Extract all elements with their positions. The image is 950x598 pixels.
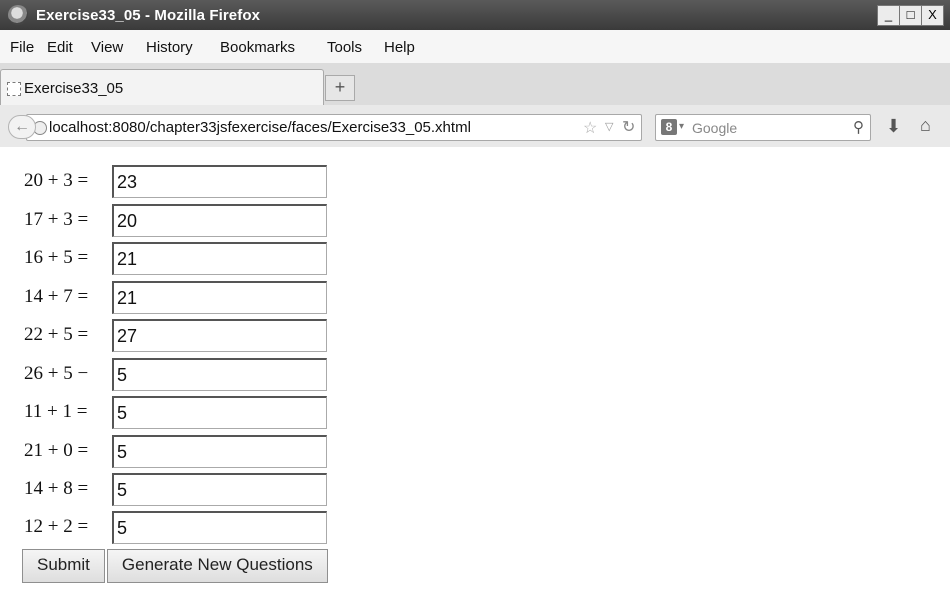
search-icon[interactable]: ⚲ — [853, 118, 864, 136]
answer-input[interactable]: 23 — [112, 165, 327, 198]
reload-icon[interactable]: ↻ — [622, 117, 635, 137]
question-label: 11 + 1 = — [24, 401, 88, 422]
window-controls: _ □ X — [877, 5, 944, 26]
question-label: 26 + 5 − — [24, 363, 89, 384]
question-label: 22 + 5 = — [24, 324, 89, 345]
question-label: 14 + 8 = — [24, 478, 89, 499]
answer-input[interactable]: 5 — [112, 396, 327, 429]
download-icon[interactable]: ⬇ — [886, 116, 901, 137]
answer-input[interactable]: 21 — [112, 242, 327, 275]
answer-input[interactable]: 20 — [112, 204, 327, 237]
search-engine-icon[interactable]: 8 — [661, 119, 677, 135]
maximize-button[interactable]: □ — [899, 5, 922, 26]
menu-bookmarks[interactable]: Bookmarks — [220, 39, 295, 56]
answer-input[interactable]: 5 — [112, 358, 327, 391]
menu-edit[interactable]: Edit — [47, 39, 73, 56]
question-label: 20 + 3 = — [24, 170, 89, 191]
new-tab-button[interactable]: + — [325, 75, 355, 101]
bookmark-star-icon[interactable]: ☆ — [583, 118, 597, 138]
answer-input[interactable]: 5 — [112, 435, 327, 468]
answer-input[interactable]: 21 — [112, 281, 327, 314]
chevron-down-icon[interactable]: ▽ — [605, 120, 613, 133]
tab-label: Exercise33_05 — [24, 80, 124, 97]
answer-input[interactable]: 27 — [112, 319, 327, 352]
url-text[interactable]: localhost:8080/chapter33jsfexercise/face… — [49, 119, 471, 136]
tab-exercise[interactable]: Exercise33_05 — [0, 69, 324, 106]
search-input[interactable]: 8 ▾ Google ⚲ — [655, 114, 871, 141]
engine-dropdown-icon[interactable]: ▾ — [679, 121, 684, 132]
title-bar: Exercise33_05 - Mozilla Firefox _ □ X — [0, 0, 950, 30]
menu-bar: File Edit View History Bookmarks Tools H… — [0, 30, 950, 63]
question-label: 17 + 3 = — [24, 209, 89, 230]
menu-help[interactable]: Help — [384, 39, 415, 56]
tab-strip: Exercise33_05 + — [0, 63, 950, 106]
back-arrow-icon[interactable]: ← — [8, 115, 36, 139]
menu-view[interactable]: View — [91, 39, 123, 56]
firefox-icon — [8, 5, 28, 25]
question-label: 16 + 5 = — [24, 247, 89, 268]
generate-new-questions-button[interactable]: Generate New Questions — [106, 549, 328, 583]
submit-button[interactable]: Submit — [22, 549, 105, 583]
answer-input[interactable]: 5 — [112, 473, 327, 506]
question-label: 14 + 7 = — [24, 286, 89, 307]
menu-file[interactable]: File — [10, 39, 34, 56]
url-bar[interactable]: localhost:8080/chapter33jsfexercise/face… — [26, 114, 642, 141]
menu-history[interactable]: History — [146, 39, 193, 56]
menu-tools[interactable]: Tools — [327, 39, 362, 56]
page-icon — [7, 82, 21, 96]
navigation-bar: localhost:8080/chapter33jsfexercise/face… — [0, 105, 950, 148]
question-label: 21 + 0 = — [24, 440, 89, 461]
window-title: Exercise33_05 - Mozilla Firefox — [36, 7, 261, 24]
button-row: Submit Generate New Questions — [22, 549, 330, 583]
answer-input[interactable]: 5 — [112, 511, 327, 544]
close-button[interactable]: X — [921, 5, 944, 26]
page-content: 20 + 3 = 23 17 + 3 = 20 16 + 5 = 21 14 +… — [0, 147, 950, 598]
question-label: 12 + 2 = — [24, 516, 89, 537]
home-icon[interactable]: ⌂ — [920, 115, 931, 136]
search-placeholder: Google — [692, 120, 738, 136]
minimize-button[interactable]: _ — [877, 5, 900, 26]
